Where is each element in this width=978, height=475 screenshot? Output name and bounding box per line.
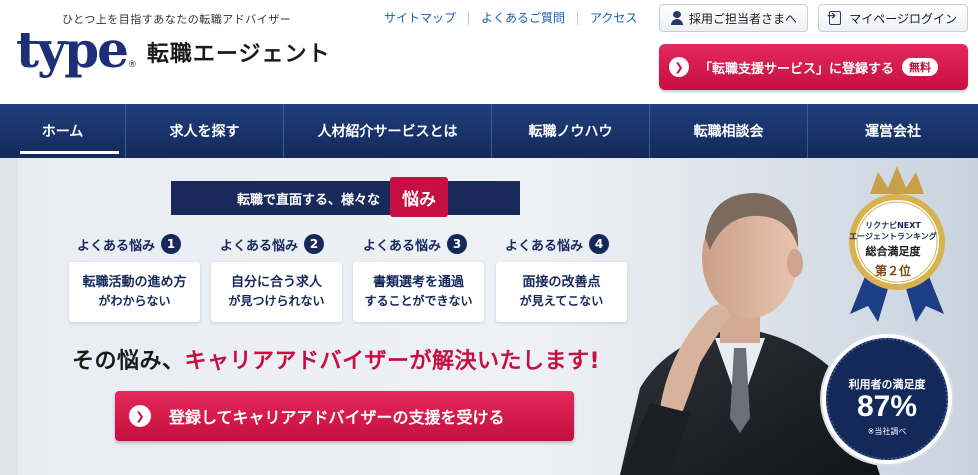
- hero-left-strip: [0, 158, 18, 475]
- nav-knowhow[interactable]: 転職ノウハウ: [492, 104, 650, 158]
- worry-card-1: 転職活動の進め方 がわからない: [69, 262, 200, 322]
- site-header: ひとつ上を目指すあなたの転職アドバイザー type ® 転職エージェント サイト…: [0, 0, 978, 104]
- worry-card-line1: 書類選考を通過: [372, 275, 464, 290]
- worry-card-line2: が見えてこない: [519, 294, 604, 308]
- nav-company[interactable]: 運営会社: [808, 104, 978, 158]
- advisor-register-button[interactable]: ❯ 登録してキャリアアドバイザーの支援を受ける: [115, 391, 574, 441]
- worry-label-2: よくある悩み 2: [220, 234, 325, 254]
- worry-label-1: よくある悩み 1: [77, 234, 182, 254]
- satisfaction-badge: 利用者の満足度 87% ※当社調べ: [822, 334, 952, 464]
- worry-card-line1: 面接の改善点: [522, 275, 601, 290]
- trouble-heading: 転職で直面する、様々な: [171, 181, 520, 215]
- award-badge-icon: [849, 166, 945, 322]
- worry-label-text: よくある悩み: [220, 238, 299, 254]
- chevron-right-icon: ❯: [129, 405, 151, 427]
- faq-link[interactable]: よくあるご質問: [468, 11, 577, 25]
- sitemap-link[interactable]: サイトマップ: [384, 11, 468, 25]
- register-service-label: 「転職支援サービス」に登録する: [699, 61, 895, 77]
- worry-number-badge: 3: [447, 234, 468, 254]
- worry-card-line2: が見つけられない: [228, 294, 325, 308]
- global-nav: ホーム 求人を探す 人材紹介サービスとは 転職ノウハウ 転職相談会 運営会社: [0, 104, 978, 158]
- chevron-right-icon: ❯: [669, 57, 689, 77]
- mypage-login-button[interactable]: マイページログイン: [818, 4, 968, 32]
- worry-card-line2: がわからない: [98, 294, 171, 308]
- satisfaction-note: ※当社調べ: [867, 427, 907, 436]
- worry-label-text: よくある悩み: [77, 238, 156, 254]
- nav-job-search[interactable]: 求人を探す: [126, 104, 284, 158]
- worry-card-2: 自分に合う求人 が見つけられない: [211, 262, 342, 322]
- headline-accent: キャリアアドバイザーが解決いたします!: [184, 349, 601, 374]
- trouble-badge: 悩み: [390, 177, 448, 217]
- hero-headline: その悩み、キャリアアドバイザーが解決いたします!: [72, 343, 600, 375]
- worry-card-line1: 自分に合う求人: [230, 275, 322, 290]
- type-logo[interactable]: type ® 転職エージェント: [16, 20, 331, 79]
- worry-number-badge: 2: [304, 234, 325, 254]
- person-icon: [670, 11, 683, 25]
- register-service-button[interactable]: ❯ 「転職支援サービス」に登録する 無料: [659, 44, 968, 90]
- logo-subtitle: 転職エージェント: [146, 42, 331, 67]
- worry-card-3: 書類選考を通過 することができない: [353, 262, 484, 322]
- nav-home[interactable]: ホーム: [0, 104, 126, 158]
- trouble-heading-text: 転職で直面する、様々な: [236, 192, 380, 208]
- free-badge: 無料: [902, 58, 939, 76]
- login-icon: [827, 9, 842, 25]
- recruiter-button-label: 採用ご担当者さまへ: [688, 11, 797, 26]
- mypage-login-label: マイページログイン: [849, 11, 957, 26]
- satisfaction-value: 87%: [856, 390, 918, 423]
- access-link[interactable]: アクセス: [577, 11, 649, 25]
- worry-label-text: よくある悩み: [505, 238, 584, 254]
- advisor-register-label: 登録してキャリアアドバイザーの支援を受ける: [169, 408, 505, 427]
- logo-type-text: type: [16, 20, 129, 79]
- worry-label-3: よくある悩み 3: [363, 234, 468, 254]
- hero-banner[interactable]: 転職で直面する、様々な 悩み よくある悩み 1 よくある悩み 2 よくある悩み …: [0, 158, 978, 475]
- worry-card-line2: することができない: [364, 294, 473, 308]
- logo-registered-mark: ®: [127, 60, 137, 70]
- headline-prefix: その悩み、: [72, 349, 185, 374]
- nav-consultation[interactable]: 転職相談会: [650, 104, 808, 158]
- utility-links: サイトマップ よくあるご質問 アクセス: [384, 11, 649, 25]
- recruiter-button[interactable]: 採用ご担当者さまへ: [659, 4, 808, 32]
- worry-card-line1: 転職活動の進め方: [82, 275, 187, 290]
- worry-number-badge: 1: [161, 234, 182, 254]
- worry-label-text: よくある悩み: [363, 238, 442, 254]
- nav-service-about[interactable]: 人材紹介サービスとは: [284, 104, 492, 158]
- worry-label-4: よくある悩み 4: [505, 234, 610, 254]
